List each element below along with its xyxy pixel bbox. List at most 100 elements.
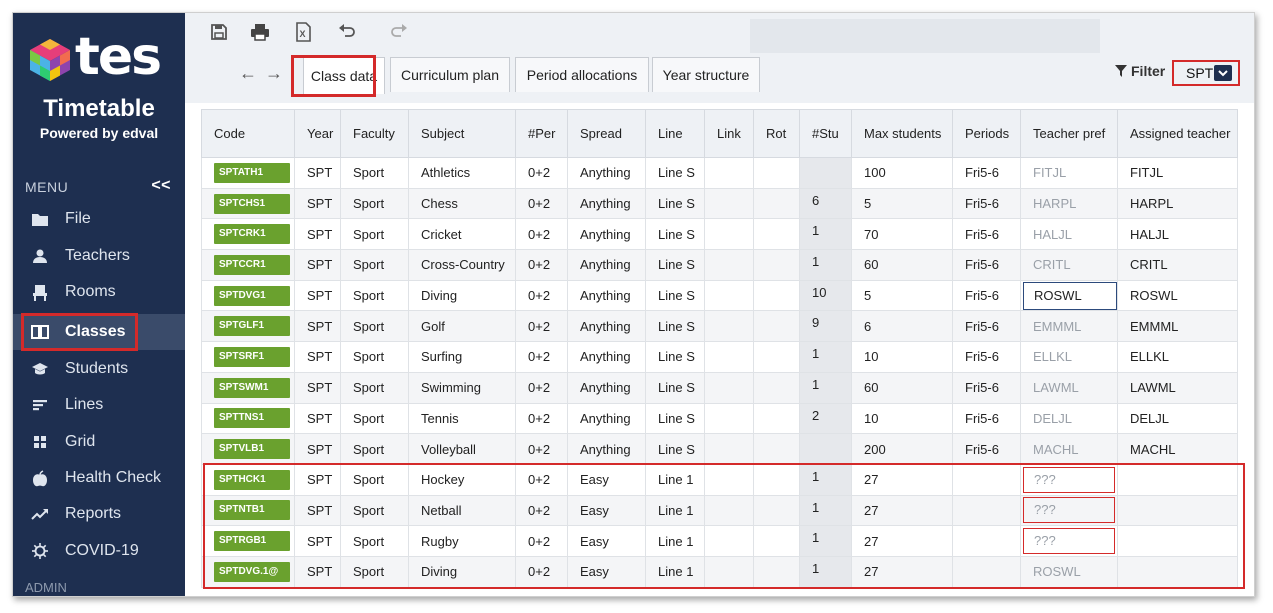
forward-arrow-icon[interactable]: → [265, 63, 283, 84]
assigned-teacher-cell[interactable]: MACHL [1117, 433, 1238, 465]
teacher-pref-value[interactable]: MACHL [1033, 442, 1079, 457]
table-row[interactable]: SPTCHS1 SPT Sport Chess 0+2 Anything Line S 65F… [201, 187, 1238, 220]
code-cell[interactable]: SPTCCR1 [201, 249, 295, 281]
students-count-cell[interactable]: 1 [799, 494, 852, 527]
missing-teacher-pref-input[interactable]: ??? [1023, 466, 1115, 493]
max-students-cell[interactable]: 27 [851, 525, 953, 557]
line-cell[interactable]: Line S [645, 218, 705, 251]
code-cell[interactable]: SPTSWM1 [201, 371, 295, 404]
tab-curriculum-plan[interactable]: Curriculum plan [390, 57, 510, 92]
max-students-cell[interactable]: 200 [851, 433, 953, 465]
periods-count-cell[interactable]: 0+2 [515, 249, 568, 281]
line-cell[interactable]: Line 1 [645, 555, 705, 588]
line-cell[interactable]: Line 1 [645, 525, 705, 557]
periods-cell[interactable]: Fri5-6 [952, 279, 1021, 312]
rot-cell[interactable] [753, 555, 800, 588]
assigned-teacher-cell[interactable] [1117, 525, 1238, 557]
spread-cell[interactable]: Anything [567, 187, 646, 220]
spread-cell[interactable]: Easy [567, 525, 646, 557]
assigned-teacher-cell[interactable]: HARPL [1117, 187, 1238, 220]
spread-cell[interactable]: Easy [567, 463, 646, 496]
code-cell[interactable]: SPTRGB1 [201, 525, 295, 557]
missing-teacher-pref-input[interactable]: ??? [1023, 497, 1115, 524]
column-header[interactable]: Subject [408, 109, 516, 158]
faculty-cell[interactable]: Sport [340, 525, 409, 557]
table-row[interactable]: SPTGLF1 SPT Sport Golf 0+2 Anything Line S 9 6 Fr… [201, 310, 1238, 343]
code-cell[interactable]: SPTVLB1 [201, 433, 295, 465]
subject-cell[interactable]: Golf [408, 310, 516, 343]
nav-item-file[interactable]: File [13, 201, 185, 237]
max-students-cell[interactable]: 27 [851, 494, 953, 527]
missing-teacher-pref-input[interactable]: ??? [1023, 528, 1115, 555]
students-count-cell[interactable]: 1 [799, 555, 852, 588]
periods-count-cell[interactable]: 0+2 [515, 187, 568, 220]
year-cell[interactable]: SPT [294, 555, 341, 588]
periods-cell[interactable]: Fri5-6 [952, 433, 1021, 465]
students-count-cell[interactable]: 9 [799, 310, 852, 343]
redo-icon[interactable] [389, 22, 409, 42]
subject-cell[interactable]: Cross-Country [408, 249, 516, 281]
max-students-cell[interactable]: 10 [851, 341, 953, 373]
link-cell[interactable] [704, 249, 754, 281]
code-cell[interactable]: SPTNTB1 [201, 494, 295, 527]
faculty-cell[interactable]: Sport [340, 187, 409, 220]
faculty-cell[interactable]: Sport [340, 371, 409, 404]
spread-cell[interactable]: Anything [567, 433, 646, 465]
class-code-badge[interactable]: SPTCRK1 [214, 224, 290, 245]
code-cell[interactable]: SPTATH1 [201, 157, 295, 189]
students-count-cell[interactable]: 6 [799, 187, 852, 220]
subject-cell[interactable]: Volleyball [408, 433, 516, 465]
assigned-teacher-cell[interactable]: CRITL [1117, 249, 1238, 281]
year-cell[interactable]: SPT [294, 525, 341, 557]
code-cell[interactable]: SPTCHS1 [201, 187, 295, 220]
faculty-cell[interactable]: Sport [340, 249, 409, 281]
spread-cell[interactable]: Anything [567, 310, 646, 343]
class-code-badge[interactable]: SPTCHS1 [214, 193, 290, 214]
students-count-cell[interactable]: 1 [799, 218, 852, 251]
teacher-pref-cell[interactable]: ??? [1020, 463, 1118, 496]
nav-item-grid[interactable]: Grid [13, 424, 185, 460]
teacher-pref-cell[interactable]: HARPL [1020, 187, 1118, 220]
year-cell[interactable]: SPT [294, 433, 341, 465]
line-cell[interactable]: Line S [645, 157, 705, 189]
assigned-teacher-cell[interactable]: EMMML [1117, 310, 1238, 343]
year-select[interactable]: SPT [1173, 61, 1239, 85]
column-header[interactable]: Year [294, 109, 341, 158]
teacher-pref-value[interactable]: ROSWL [1033, 564, 1081, 579]
code-cell[interactable]: SPTHCK1 [201, 463, 295, 496]
subject-cell[interactable]: Athletics [408, 157, 516, 189]
rot-cell[interactable] [753, 463, 800, 496]
periods-count-cell[interactable]: 0+2 [515, 402, 568, 435]
subject-cell[interactable]: Netball [408, 494, 516, 527]
link-cell[interactable] [704, 187, 754, 220]
teacher-pref-cell[interactable]: DELJL [1020, 402, 1118, 435]
export-excel-icon[interactable]: X [293, 22, 313, 42]
periods-count-cell[interactable]: 0+2 [515, 341, 568, 373]
assigned-teacher-cell[interactable]: ELLKL [1117, 341, 1238, 373]
year-cell[interactable]: SPT [294, 341, 341, 373]
teacher-pref-cell[interactable]: MACHL [1020, 433, 1118, 465]
code-cell[interactable]: SPTTNS1 [201, 402, 295, 435]
periods-cell[interactable] [952, 463, 1021, 496]
line-cell[interactable]: Line S [645, 187, 705, 220]
line-cell[interactable]: Line S [645, 249, 705, 281]
code-cell[interactable]: SPTSRF1 [201, 341, 295, 373]
teacher-pref-cell[interactable]: ROSWL [1020, 279, 1118, 312]
column-header[interactable]: Code [201, 109, 295, 158]
teacher-pref-value[interactable]: CRITL [1033, 257, 1071, 272]
code-cell[interactable]: SPTGLF1 [201, 310, 295, 343]
nav-item-students[interactable]: Students [13, 351, 185, 387]
filter-button[interactable]: Filter [1115, 63, 1165, 79]
teacher-pref-value[interactable]: FITJL [1033, 165, 1066, 180]
rot-cell[interactable] [753, 187, 800, 220]
spread-cell[interactable]: Anything [567, 157, 646, 189]
table-row[interactable]: SPTDVG1 SPT Sport Diving 0+2 Anything Line S 10… [201, 279, 1238, 312]
periods-cell[interactable]: Fri5-6 [952, 157, 1021, 189]
periods-cell[interactable]: Fri5-6 [952, 402, 1021, 435]
periods-count-cell[interactable]: 0+2 [515, 494, 568, 527]
class-code-badge[interactable]: SPTDVG.1@ [214, 561, 290, 582]
teacher-pref-value[interactable]: LAWML [1033, 380, 1079, 395]
column-header[interactable]: Rot [753, 109, 800, 158]
rot-cell[interactable] [753, 341, 800, 373]
students-count-cell[interactable]: 1 [799, 371, 852, 404]
